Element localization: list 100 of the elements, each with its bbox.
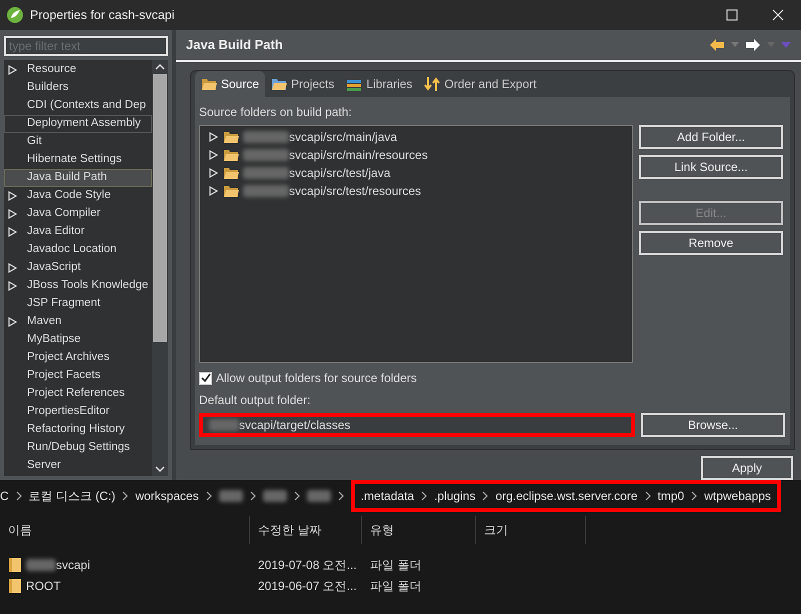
sidebar-item[interactable]: Java Compiler [4, 205, 152, 223]
menu-icon [781, 42, 791, 48]
tab[interactable]: Libraries [340, 71, 418, 97]
sidebar-item[interactable]: Java Editor [4, 223, 152, 241]
redacted-block [243, 149, 289, 161]
expand-icon [7, 190, 18, 202]
sidebar-item[interactable]: Project Facets [4, 367, 152, 385]
sidebar-item[interactable]: Java Build Path [4, 169, 152, 187]
redacted-block [243, 131, 289, 143]
type-cell-text: 파일 폴더 [369, 556, 422, 574]
sidebar-item[interactable]: Server [4, 457, 152, 475]
forward-arrow-icon [745, 38, 761, 52]
chevron-icon [292, 491, 301, 501]
breadcrumb-item[interactable]: tmp0 [658, 487, 684, 505]
expand-icon [7, 316, 18, 328]
arrows-icon [424, 76, 440, 92]
section-label: Source folders on build path: [199, 104, 353, 121]
redacted-block [209, 419, 239, 431]
folder-icon [223, 129, 239, 145]
sidebar-item[interactable]: Javadoc Location [4, 241, 152, 259]
tab[interactable]: Source [195, 71, 266, 97]
folder-item[interactable]: svcapi/src/main/resources [243, 146, 428, 164]
chevron-icon [690, 491, 698, 501]
close-icon [772, 9, 784, 21]
checkbox[interactable] [199, 372, 212, 384]
chevron-icon [420, 491, 428, 501]
sidebar-item[interactable]: Run/Debug Settings [4, 439, 152, 457]
expand-icon [7, 280, 18, 292]
folder-icon [223, 147, 239, 163]
breadcrumb-item[interactable]: C [0, 487, 9, 505]
folder-icon [271, 76, 288, 92]
modified-cell-text: 2019-07-08 오전... [257, 556, 358, 574]
sidebar-item[interactable]: Java Code Style [4, 187, 152, 205]
chevron-icon [204, 491, 213, 501]
folder-item[interactable]: svcapi/src/main/java [243, 128, 398, 146]
breadcrumb-item[interactable]: wtpwebapps [704, 487, 771, 505]
scrollbar[interactable] [152, 60, 168, 476]
column-header[interactable]: 수정한 날짜 [250, 516, 362, 544]
redacted-block [26, 558, 56, 570]
action-button[interactable]: Link Source... [639, 155, 783, 179]
sidebar-item[interactable]: JBoss Tools Knowledge [4, 277, 152, 295]
modified-cell-text: 2019-06-07 오전... [257, 578, 358, 594]
sidebar-item[interactable]: CDI (Contexts and Dep [4, 97, 152, 115]
action-button[interactable]: Remove [639, 231, 783, 255]
sidebar-item[interactable]: Deployment Assembly [4, 115, 152, 133]
app-logo-icon [6, 6, 24, 24]
breadcrumb-item[interactable]: .metadata [360, 487, 414, 505]
folder-item[interactable]: svcapi/src/test/java [243, 164, 390, 182]
folder-icon [223, 183, 239, 199]
breadcrumb-item[interactable]: org.eclipse.wst.server.core [495, 487, 638, 505]
sidebar-item[interactable]: MyBatipse [4, 331, 152, 349]
redacted-block [262, 490, 287, 502]
sidebar-item[interactable]: JSP Fragment [4, 295, 152, 313]
folder-item[interactable]: svcapi/src/test/resources [243, 182, 422, 200]
field-label: Default output folder: [199, 392, 312, 409]
dropdown-icon [731, 42, 739, 48]
sidebar-item[interactable]: Project References [4, 385, 152, 403]
sidebar-item[interactable]: Refactoring History [4, 421, 152, 439]
expand-icon [7, 208, 18, 220]
sidebar-item[interactable]: Resource [4, 61, 152, 79]
expand-icon [7, 262, 18, 274]
folder-icon [223, 165, 239, 181]
breadcrumb-item[interactable]: .plugins [434, 487, 476, 505]
folder-icon [8, 556, 22, 572]
check-icon [200, 373, 210, 383]
output-folder-field[interactable]: svcapi/target/classes [199, 413, 635, 437]
chevron-icon [14, 491, 23, 501]
breadcrumb-item[interactable]: workspaces [135, 487, 199, 505]
sidebar-item[interactable]: Project Archives [4, 349, 152, 367]
apply-button[interactable]: Apply [701, 456, 793, 480]
redacted-block [218, 490, 243, 502]
sidebar-item[interactable]: JavaScript [4, 259, 152, 277]
breadcrumb-item[interactable]: 로컬 디스크 (C:) [28, 487, 116, 505]
sidebar-item[interactable]: Git [4, 133, 152, 151]
type-cell-text: 파일 폴더 [369, 578, 422, 594]
sidebar-item[interactable]: Hibernate Settings [4, 151, 152, 169]
column-header[interactable]: 이름 [0, 516, 250, 544]
file-name[interactable]: svcapi [26, 556, 90, 574]
column-header[interactable]: 크기 [476, 516, 586, 544]
column-header[interactable]: 유형 [362, 516, 476, 544]
page-title: Java Build Path [186, 36, 283, 54]
expand-icon [208, 149, 219, 161]
chevron-icon [121, 491, 130, 501]
checkbox-label: Allow output folders for source folders [216, 370, 417, 387]
tab[interactable]: Projects [265, 71, 340, 97]
expand-icon [208, 167, 219, 179]
redacted-block [243, 167, 289, 179]
tab[interactable]: Order and Export [418, 71, 542, 97]
expand-icon [208, 131, 219, 143]
redacted-block [306, 490, 331, 502]
file-name[interactable]: ROOT [26, 576, 61, 594]
sidebar-item[interactable]: Builders [4, 79, 152, 97]
folder-icon [8, 578, 22, 594]
action-button[interactable]: Add Folder... [639, 125, 783, 149]
sidebar-item[interactable]: PropertiesEditor [4, 403, 152, 421]
browse-button[interactable]: Browse... [641, 413, 785, 437]
sidebar-item[interactable]: Maven [4, 313, 152, 331]
chevron-icon [481, 491, 490, 501]
folder-icon [201, 76, 217, 92]
expand-icon [7, 226, 18, 238]
